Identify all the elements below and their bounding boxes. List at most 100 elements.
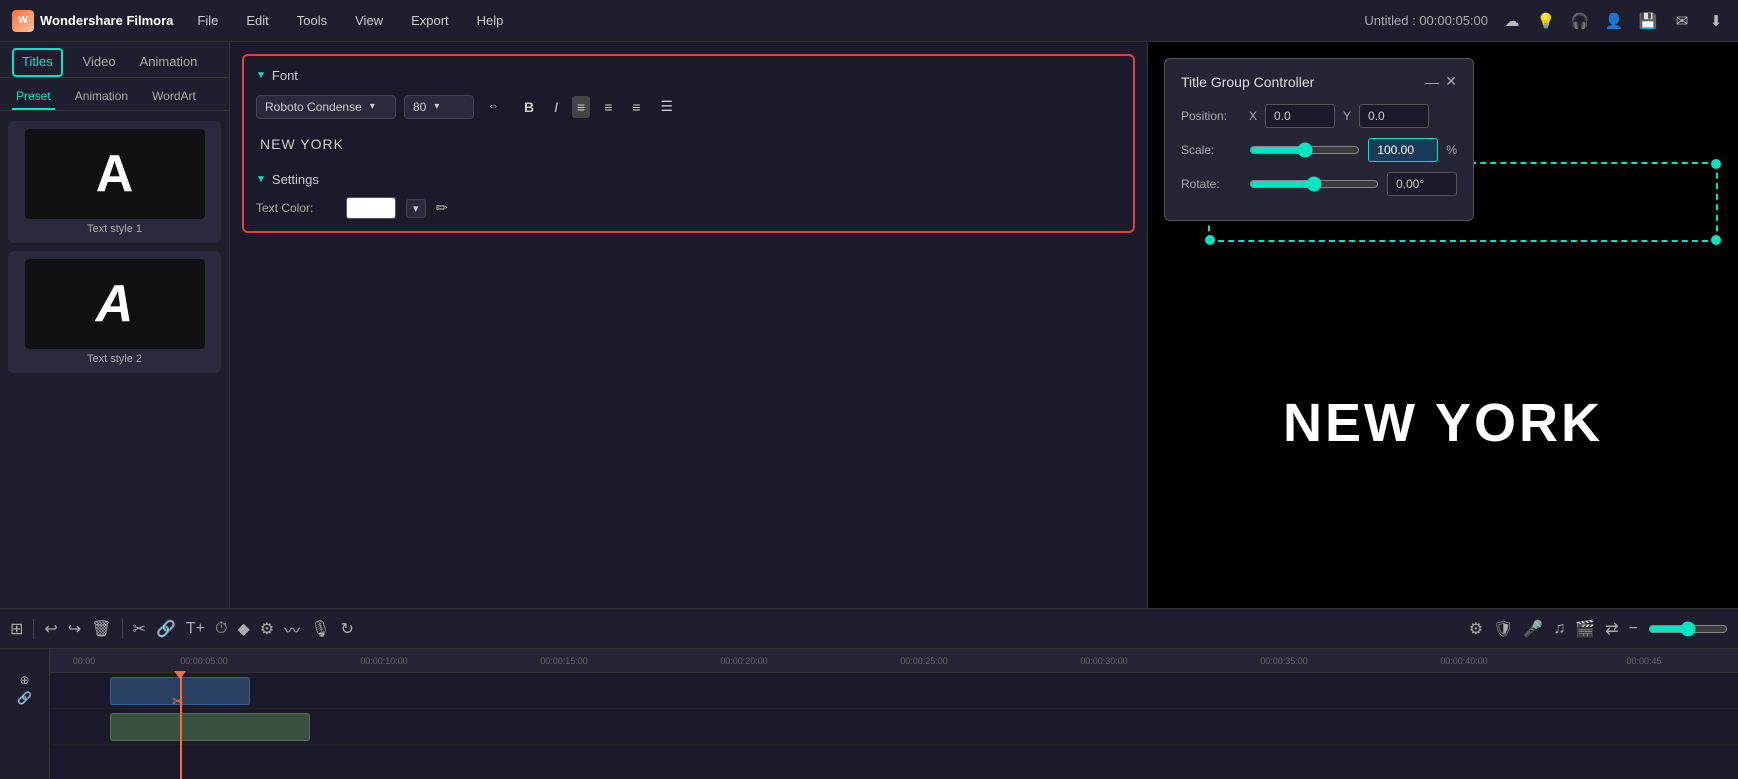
zoom-slider[interactable] <box>1648 621 1728 637</box>
audio-icon[interactable]: 🎙 <box>310 619 330 639</box>
track-clip-2[interactable] <box>110 713 310 741</box>
track-settings-icon[interactable]: ⚙ <box>1469 619 1483 639</box>
settings-subsection: ▼ Settings Text Color: ▾ ✏ <box>256 172 1121 219</box>
tgc-header: Title Group Controller — ✕ <box>1181 73 1457 90</box>
ruler-mark-7: 00:00:35:00 <box>1194 656 1374 666</box>
tab-titles[interactable]: Titles <box>12 48 63 77</box>
svg-text:⇔: ⇔ <box>488 100 499 112</box>
text-track-icon[interactable]: T+ <box>186 620 205 638</box>
list-item[interactable]: A Text style 1 <box>8 121 221 243</box>
tgc-minimize-button[interactable]: — <box>1425 73 1439 90</box>
justify-button[interactable]: ☰ <box>655 94 680 119</box>
color-dropdown-button[interactable]: ▾ <box>406 199 426 218</box>
timer-icon[interactable]: ⏱ <box>215 620 227 638</box>
track-row-3 <box>50 745 1738 779</box>
font-family-select[interactable]: Roboto Condense ▾ <box>256 95 396 119</box>
playhead[interactable]: ✂ <box>180 673 182 779</box>
timeline-ruler: 00:00 00:00:05:00 00:00:10:00 00:00:15:0… <box>50 649 1738 673</box>
tgc-scale-label: Scale: <box>1181 143 1241 157</box>
tgc-rotate-slider[interactable] <box>1249 176 1379 192</box>
menu-items: File Edit Tools View Export Help <box>191 9 509 32</box>
diamond-icon[interactable]: ◆ <box>237 619 249 639</box>
tgc-position-label: Position: <box>1181 109 1241 123</box>
text-preview: NEW YORK <box>256 130 1121 158</box>
tgc-scale-unit: % <box>1446 143 1457 157</box>
sliders-icon[interactable]: ⚙ <box>260 619 274 639</box>
font-size-select[interactable]: 80 ▾ <box>404 95 474 119</box>
tgc-close-button[interactable]: ✕ <box>1445 73 1457 90</box>
tab-animation[interactable]: Animation <box>136 48 202 77</box>
timeline-tracks-container: 00:00 00:00:05:00 00:00:10:00 00:00:15:0… <box>50 649 1738 779</box>
text-color-label: Text Color: <box>256 201 336 215</box>
bold-button[interactable]: B <box>518 95 540 119</box>
mail-icon[interactable]: ✉ <box>1672 11 1692 31</box>
eyedropper-button[interactable]: ✏ <box>436 199 449 217</box>
tgc-position-row: Position: X Y <box>1181 104 1457 128</box>
timeline-left: ⊕ 🔗 <box>0 649 50 779</box>
tgc-x-label: X <box>1249 109 1257 123</box>
menu-help[interactable]: Help <box>471 9 510 32</box>
text-color-swatch[interactable] <box>346 197 396 219</box>
avatar-icon[interactable]: 👤 <box>1604 11 1624 31</box>
tgc-y-input[interactable] <box>1359 104 1429 128</box>
tgc-rotate-label: Rotate: <box>1181 177 1241 191</box>
link-track-icon[interactable]: 🔗 <box>17 691 32 705</box>
music-icon[interactable]: ♫ <box>1553 620 1565 638</box>
font-controls: Roboto Condense ▾ 80 ▾ ⇔ B I ≡ ≡ ≡ ☰ <box>256 93 1121 120</box>
subtab-animation[interactable]: Animation <box>71 84 132 110</box>
playhead-scissors-icon: ✂ <box>172 693 184 710</box>
italic-button[interactable]: I <box>548 95 564 119</box>
letter-spacing-button[interactable]: ⇔ <box>482 93 510 120</box>
waveform-icon[interactable]: 〰 <box>284 617 300 641</box>
tab-video[interactable]: Video <box>79 48 120 77</box>
link-icon[interactable]: 🔗 <box>156 619 176 639</box>
align-right-button[interactable]: ≡ <box>626 95 646 119</box>
menu-edit[interactable]: Edit <box>240 9 274 32</box>
font-section-title: Font <box>272 68 298 83</box>
tgc-rotate-row: Rotate: <box>1181 172 1457 196</box>
save-icon[interactable]: 💾 <box>1638 11 1658 31</box>
scene-icon[interactable]: 🎬 <box>1575 619 1595 639</box>
mic-icon[interactable]: 🎤 <box>1523 619 1543 639</box>
handle-top-right[interactable] <box>1711 159 1721 169</box>
tgc-scale-slider[interactable] <box>1249 142 1360 158</box>
cut-icon[interactable]: ✂ <box>133 619 146 639</box>
handle-bottom-left[interactable] <box>1205 235 1215 245</box>
subtab-wordart[interactable]: WordArt <box>148 84 200 110</box>
menu-file[interactable]: File <box>191 9 224 32</box>
lightbulb-icon[interactable]: 💡 <box>1536 11 1556 31</box>
list-item[interactable]: A Text style 2 <box>8 251 221 373</box>
headphone-icon[interactable]: 🎧 <box>1570 11 1590 31</box>
align-left-button[interactable]: ≡ <box>572 96 590 118</box>
subtab-preset[interactable]: Preset <box>12 84 55 110</box>
font-size-value: 80 <box>413 100 426 114</box>
menu-view[interactable]: View <box>349 9 389 32</box>
align-center-button[interactable]: ≡ <box>598 95 618 119</box>
redo-icon[interactable]: ↪ <box>68 619 81 639</box>
delete-icon[interactable]: 🗑 <box>91 619 111 639</box>
tgc-rotate-input[interactable] <box>1387 172 1457 196</box>
ruler-mark-2: 00:00:10:00 <box>294 656 474 666</box>
tgc-scale-input[interactable] <box>1368 138 1438 162</box>
font-collapse-arrow[interactable]: ▼ <box>256 70 266 81</box>
menu-tools[interactable]: Tools <box>291 9 333 32</box>
ruler-mark-4: 00:00:20:00 <box>654 656 834 666</box>
download-icon[interactable]: ⬇ <box>1706 11 1726 31</box>
split-icon[interactable]: ⇄ <box>1605 619 1618 639</box>
tgc-x-input[interactable] <box>1265 104 1335 128</box>
ruler-mark-3: 00:00:15:00 <box>474 656 654 666</box>
settings-collapse-arrow[interactable]: ▼ <box>256 174 266 185</box>
add-track-icon[interactable]: ⊕ <box>19 673 29 687</box>
text-style-preview-1: A <box>25 129 205 219</box>
preview-title-text: NEW YORK <box>1283 392 1603 454</box>
loop-icon[interactable]: ↻ <box>340 619 353 639</box>
cloud-icon[interactable]: ☁ <box>1502 11 1522 31</box>
undo-icon[interactable]: ↩ <box>44 619 57 639</box>
layout-icon[interactable]: ⊞ <box>10 619 23 639</box>
menu-export[interactable]: Export <box>405 9 455 32</box>
zoom-out-icon[interactable]: − <box>1629 620 1638 638</box>
track-protect-icon[interactable]: 🛡 <box>1493 619 1513 639</box>
menu-bar-right: Untitled : 00:00:05:00 ☁ 💡 🎧 👤 💾 ✉ ⬇ <box>1364 11 1726 31</box>
handle-bottom-right[interactable] <box>1711 235 1721 245</box>
app-logo: W Wondershare Filmora <box>12 10 173 32</box>
